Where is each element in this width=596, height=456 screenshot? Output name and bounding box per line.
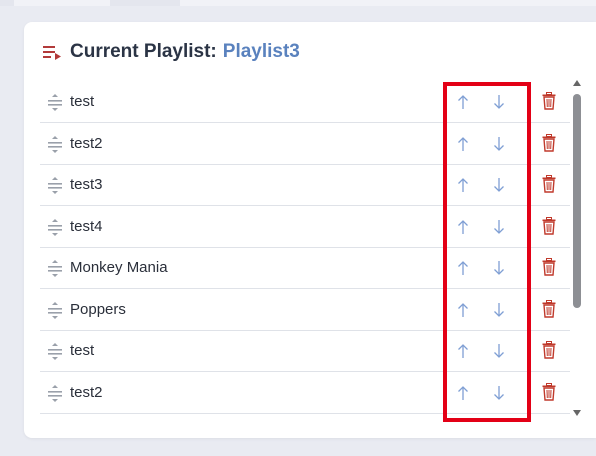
scroll-down-icon[interactable]	[573, 410, 581, 416]
arrow-up-icon[interactable]	[455, 341, 471, 361]
arrow-down-icon[interactable]	[491, 175, 507, 195]
list-item-label: test	[70, 93, 95, 110]
trash-icon[interactable]	[542, 217, 556, 235]
playlist-list: test test2 test3 test4 Monkey Mania Poppers te…	[40, 82, 570, 434]
list-item-label: test	[70, 342, 95, 359]
drag-handle-icon[interactable]	[47, 219, 63, 237]
arrow-down-icon[interactable]	[491, 341, 507, 361]
scroll-up-icon[interactable]	[573, 80, 581, 86]
trash-icon[interactable]	[542, 92, 556, 110]
arrow-down-icon[interactable]	[491, 92, 507, 112]
top-strip-segment	[0, 0, 14, 6]
drag-handle-icon[interactable]	[47, 94, 63, 112]
list-item[interactable]: test	[40, 331, 570, 372]
top-strip-segment	[110, 0, 180, 6]
list-item-label: test3	[70, 176, 103, 193]
list-item[interactable]: test2	[40, 124, 570, 165]
arrow-down-icon[interactable]	[491, 258, 507, 278]
trash-icon[interactable]	[542, 134, 556, 152]
drag-handle-icon[interactable]	[47, 343, 63, 361]
trash-icon[interactable]	[542, 383, 556, 401]
top-strip	[0, 0, 596, 6]
playlist-card: Current Playlist: Playlist3 test test2 tes…	[24, 22, 596, 438]
drag-handle-icon[interactable]	[47, 260, 63, 278]
page-title: Current Playlist:	[70, 41, 217, 62]
list-item-label: Monkey Mania	[70, 259, 168, 276]
playlist-name: Playlist3	[222, 41, 300, 62]
trash-icon[interactable]	[542, 341, 556, 359]
arrow-up-icon[interactable]	[455, 175, 471, 195]
playlist-play-icon	[42, 43, 64, 61]
arrow-down-icon[interactable]	[491, 300, 507, 320]
list-item[interactable]: Poppers	[40, 290, 570, 331]
list-item[interactable]: Monkey Mania	[40, 248, 570, 289]
drag-handle-icon[interactable]	[47, 177, 63, 195]
arrow-down-icon[interactable]	[491, 217, 507, 237]
list-item[interactable]: test2	[40, 373, 570, 414]
drag-handle-icon[interactable]	[47, 385, 63, 403]
list-item-label: test4	[70, 218, 103, 235]
trash-icon[interactable]	[542, 258, 556, 276]
list-item[interactable]: test3	[40, 165, 570, 206]
list-item-label: test2	[70, 384, 103, 401]
drag-handle-icon[interactable]	[47, 302, 63, 320]
scrollbar[interactable]	[570, 80, 584, 422]
arrow-up-icon[interactable]	[455, 300, 471, 320]
arrow-down-icon[interactable]	[491, 134, 507, 154]
arrow-down-icon[interactable]	[491, 383, 507, 403]
trash-icon[interactable]	[542, 300, 556, 318]
arrow-up-icon[interactable]	[455, 258, 471, 278]
arrow-up-icon[interactable]	[455, 134, 471, 154]
arrow-up-icon[interactable]	[455, 92, 471, 112]
playlist-header: Current Playlist: Playlist3	[42, 38, 300, 66]
trash-icon[interactable]	[542, 175, 556, 193]
drag-handle-icon[interactable]	[47, 136, 63, 154]
list-item[interactable]: test4	[40, 207, 570, 248]
list-item-label: test2	[70, 135, 103, 152]
list-item-label: Poppers	[70, 301, 126, 318]
arrow-up-icon[interactable]	[455, 383, 471, 403]
arrow-up-icon[interactable]	[455, 217, 471, 237]
scrollbar-thumb[interactable]	[573, 94, 581, 308]
list-item[interactable]: test	[40, 82, 570, 123]
